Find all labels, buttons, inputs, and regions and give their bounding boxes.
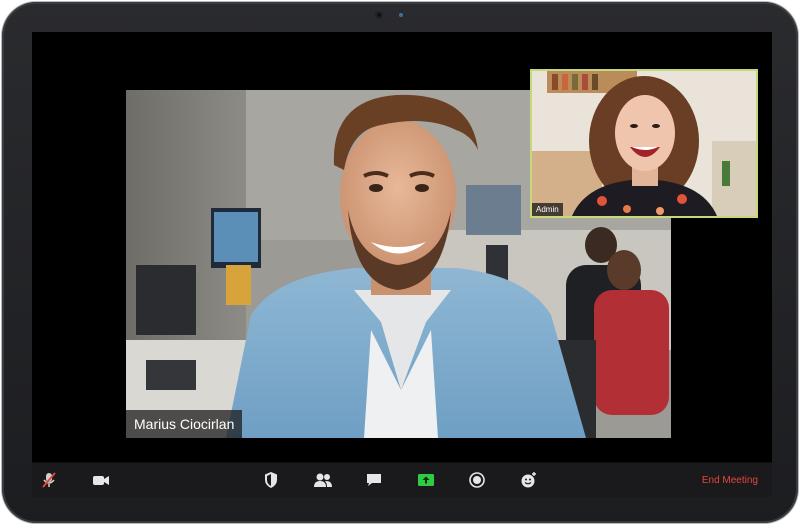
video-toggle-button[interactable] [90, 469, 112, 491]
tablet-frame: Marius Ciocirlan Admin End Meeting [2, 2, 798, 523]
record-icon [469, 472, 485, 488]
chat-icon [367, 474, 381, 486]
share-screen-icon [418, 474, 434, 486]
end-meeting-button[interactable]: End Meeting [702, 463, 758, 497]
front-camera [375, 11, 383, 19]
reactions-icon [521, 472, 536, 488]
thumbnail-video-frame [532, 71, 756, 216]
chat-button[interactable] [363, 469, 385, 491]
reactions-button[interactable] [518, 469, 540, 491]
participant-thumbnail-video[interactable]: Admin [532, 71, 756, 216]
thumbnail-name-label: Admin [532, 203, 563, 216]
security-button[interactable] [260, 469, 282, 491]
meeting-screen: Marius Ciocirlan Admin End Meeting [32, 32, 772, 497]
participants-button[interactable] [312, 469, 334, 491]
video-camera-icon [93, 476, 109, 485]
mic-muted-icon [42, 472, 56, 488]
meeting-toolbar: End Meeting [32, 462, 772, 497]
participants-icon [314, 473, 332, 487]
speaker-name-label: Marius Ciocirlan [126, 410, 243, 438]
share-screen-button[interactable] [415, 469, 437, 491]
security-shield-icon [265, 472, 277, 488]
record-button[interactable] [466, 469, 488, 491]
camera-indicator-light [399, 13, 403, 17]
mute-button[interactable] [38, 469, 60, 491]
